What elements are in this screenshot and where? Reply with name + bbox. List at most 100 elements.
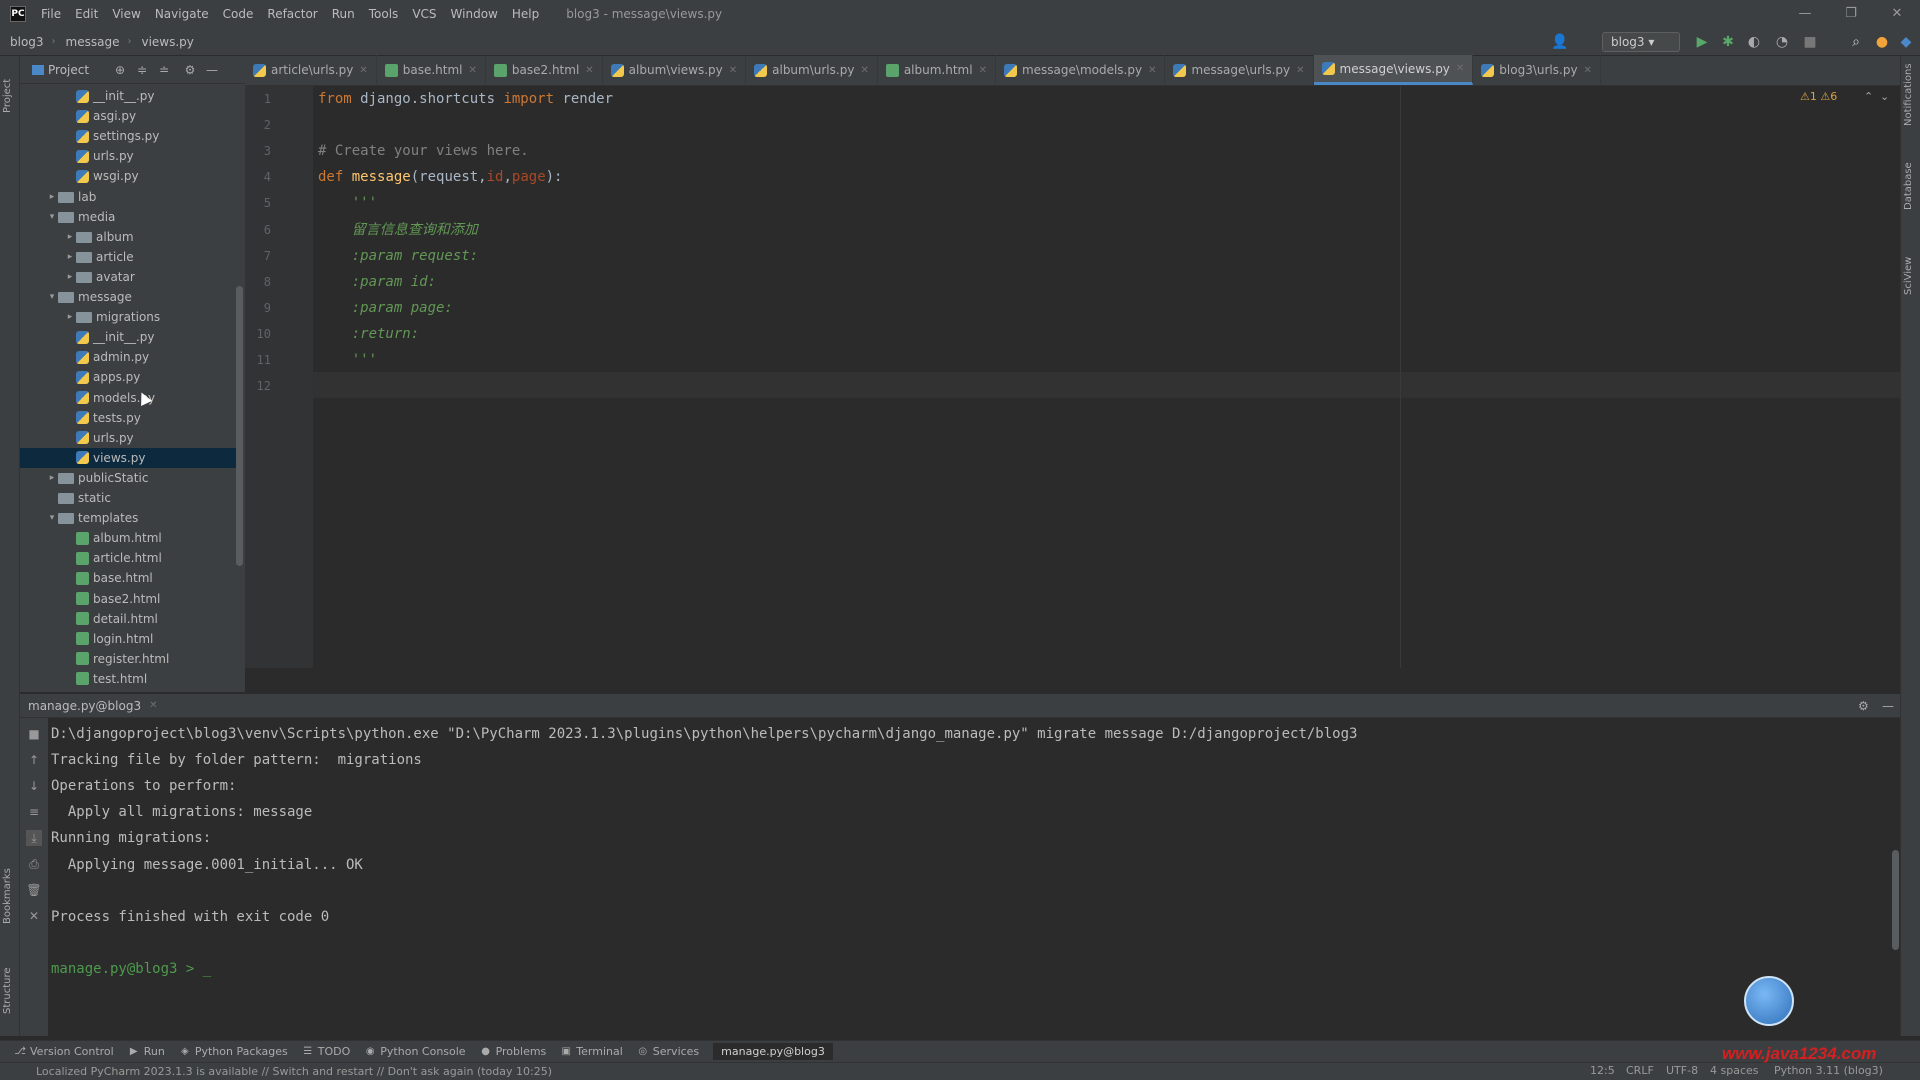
menu-tools[interactable]: Tools: [369, 7, 399, 21]
close-icon[interactable]: ✕: [1584, 65, 1592, 76]
search-icon[interactable]: ⌕: [1846, 32, 1866, 52]
close-icon[interactable]: ✕: [26, 908, 42, 924]
run-configuration-select[interactable]: blog3 ▾: [1602, 32, 1680, 52]
editor-tab[interactable]: album.html ✕: [878, 55, 996, 85]
caret-position[interactable]: 12:5: [1590, 1064, 1615, 1077]
rerun-icon[interactable]: ■: [26, 726, 42, 742]
bookmarks-tool-tab[interactable]: Bookmarks: [2, 856, 18, 936]
coverage-icon[interactable]: ◐: [1744, 32, 1764, 52]
chevron-down-icon[interactable]: ⌄: [1880, 90, 1889, 103]
menu-view[interactable]: View: [112, 7, 140, 21]
database-tool-tab[interactable]: Database: [1903, 156, 1919, 216]
project-scrollbar[interactable]: [236, 286, 243, 566]
tool-window-version-control[interactable]: ⎇ Version Control: [14, 1045, 113, 1058]
tree-item[interactable]: __init__.py: [20, 327, 240, 347]
indent-setting[interactable]: 4 spaces: [1710, 1064, 1759, 1077]
tree-item[interactable]: ▸ album: [20, 227, 240, 247]
close-icon[interactable]: ✕: [979, 65, 987, 76]
minimize-button[interactable]: —: [1782, 0, 1828, 28]
debug-icon[interactable]: ✱: [1718, 32, 1738, 52]
tree-item[interactable]: settings.py: [20, 126, 240, 146]
tree-item[interactable]: ▸ publicStatic: [20, 468, 240, 488]
chevron-right-icon[interactable]: ▸: [64, 252, 76, 262]
menu-refactor[interactable]: Refactor: [267, 7, 317, 21]
editor-tab[interactable]: base.html ✕: [377, 55, 486, 85]
close-icon[interactable]: ✕: [1148, 65, 1156, 76]
project-tool-tab[interactable]: Project: [2, 66, 18, 126]
close-icon[interactable]: ✕: [469, 65, 477, 76]
chevron-down-icon[interactable]: ▾: [46, 292, 58, 302]
console-scrollbar[interactable]: [1892, 850, 1899, 950]
tool-window-terminal[interactable]: ▣ Terminal: [560, 1045, 623, 1058]
close-icon[interactable]: ✕: [359, 65, 367, 76]
tree-item[interactable]: wsgi.py: [20, 166, 240, 186]
gear-icon[interactable]: ⚙: [1858, 699, 1869, 713]
stop-icon[interactable]: ■: [1800, 32, 1820, 52]
tree-item[interactable]: urls.py: [20, 428, 240, 448]
user-icon[interactable]: 👤: [1550, 32, 1570, 52]
tree-item[interactable]: __init__.py: [20, 86, 240, 106]
hide-icon[interactable]: —: [1882, 699, 1894, 713]
collapse-all-icon[interactable]: ≐: [156, 62, 172, 78]
tree-item[interactable]: asgi.py: [20, 106, 240, 126]
chevron-right-icon[interactable]: ▸: [46, 473, 58, 483]
tree-item[interactable]: apps.py: [20, 367, 240, 387]
gear-icon[interactable]: ⚙: [182, 62, 198, 78]
close-icon[interactable]: ✕: [1456, 63, 1464, 74]
plugin-icon[interactable]: ◆: [1896, 32, 1916, 52]
menu-code[interactable]: Code: [223, 7, 254, 21]
tree-item[interactable]: login.html: [20, 629, 240, 649]
editor-tab[interactable]: message\models.py ✕: [996, 55, 1166, 85]
maximize-button[interactable]: ❐: [1828, 0, 1874, 28]
project-panel-title[interactable]: Project: [48, 63, 89, 77]
tool-window-services[interactable]: ◎ Services: [637, 1045, 699, 1058]
tree-item[interactable]: views.py: [20, 447, 240, 468]
tool-window-python-packages[interactable]: ◈ Python Packages: [179, 1045, 288, 1058]
tree-item[interactable]: base.html: [20, 568, 240, 588]
close-button[interactable]: ✕: [1874, 0, 1920, 28]
breadcrumb-project[interactable]: blog3: [10, 35, 44, 49]
tree-item[interactable]: ▸ article: [20, 247, 240, 267]
editor-tab[interactable]: album\views.py ✕: [603, 55, 747, 85]
close-icon[interactable]: ✕: [149, 700, 157, 711]
tree-item[interactable]: urls.py: [20, 146, 240, 166]
breadcrumb-folder[interactable]: message: [66, 35, 120, 49]
tree-item[interactable]: ▾ templates: [20, 508, 240, 528]
line-separator[interactable]: CRLF: [1626, 1064, 1654, 1077]
tool-window-run[interactable]: ▶ Run: [128, 1045, 165, 1058]
chevron-right-icon[interactable]: ▸: [46, 192, 58, 202]
close-icon[interactable]: ✕: [1296, 65, 1304, 76]
tree-item[interactable]: register.html: [20, 649, 240, 669]
menu-navigate[interactable]: Navigate: [155, 7, 209, 21]
profile-icon[interactable]: ◔: [1772, 32, 1792, 52]
update-icon[interactable]: ●: [1872, 32, 1892, 52]
close-icon[interactable]: ✕: [729, 65, 737, 76]
arrow-down-icon[interactable]: ↓: [26, 778, 42, 794]
breadcrumb-file[interactable]: views.py: [141, 35, 193, 49]
arrow-up-icon[interactable]: ↑: [26, 752, 42, 768]
run-tab-title[interactable]: manage.py@blog3: [28, 699, 141, 713]
soft-wrap-icon[interactable]: ≡: [26, 804, 42, 820]
menu-file[interactable]: File: [41, 7, 61, 21]
chevron-down-icon[interactable]: ▾: [46, 212, 58, 222]
editor-tab[interactable]: message\urls.py ✕: [1165, 55, 1314, 85]
tree-item[interactable]: test.html: [20, 669, 240, 689]
chevron-right-icon[interactable]: ▸: [64, 312, 76, 322]
scroll-to-end-icon[interactable]: ⤓: [26, 830, 42, 846]
hide-icon[interactable]: —: [204, 62, 220, 78]
menu-run[interactable]: Run: [332, 7, 355, 21]
tree-item[interactable]: ▸ avatar: [20, 267, 240, 287]
tool-window-manage-py-blog3[interactable]: manage.py@blog3: [713, 1043, 833, 1060]
locate-icon[interactable]: ⊕: [112, 62, 128, 78]
notifications-tool-tab[interactable]: Notifications: [1903, 63, 1919, 126]
tree-item[interactable]: static: [20, 488, 240, 508]
tree-item[interactable]: ▸ migrations: [20, 307, 240, 327]
close-icon[interactable]: ✕: [585, 65, 593, 76]
tree-item[interactable]: base2.html: [20, 589, 240, 609]
inspection-widget[interactable]: ⚠1 ⚠6: [1800, 90, 1837, 103]
menu-edit[interactable]: Edit: [75, 7, 98, 21]
file-encoding[interactable]: UTF-8: [1666, 1064, 1698, 1077]
tree-item[interactable]: ▾ media: [20, 207, 240, 227]
editor-tab[interactable]: base2.html ✕: [486, 55, 603, 85]
python-interpreter[interactable]: Python 3.11 (blog3): [1774, 1064, 1883, 1077]
